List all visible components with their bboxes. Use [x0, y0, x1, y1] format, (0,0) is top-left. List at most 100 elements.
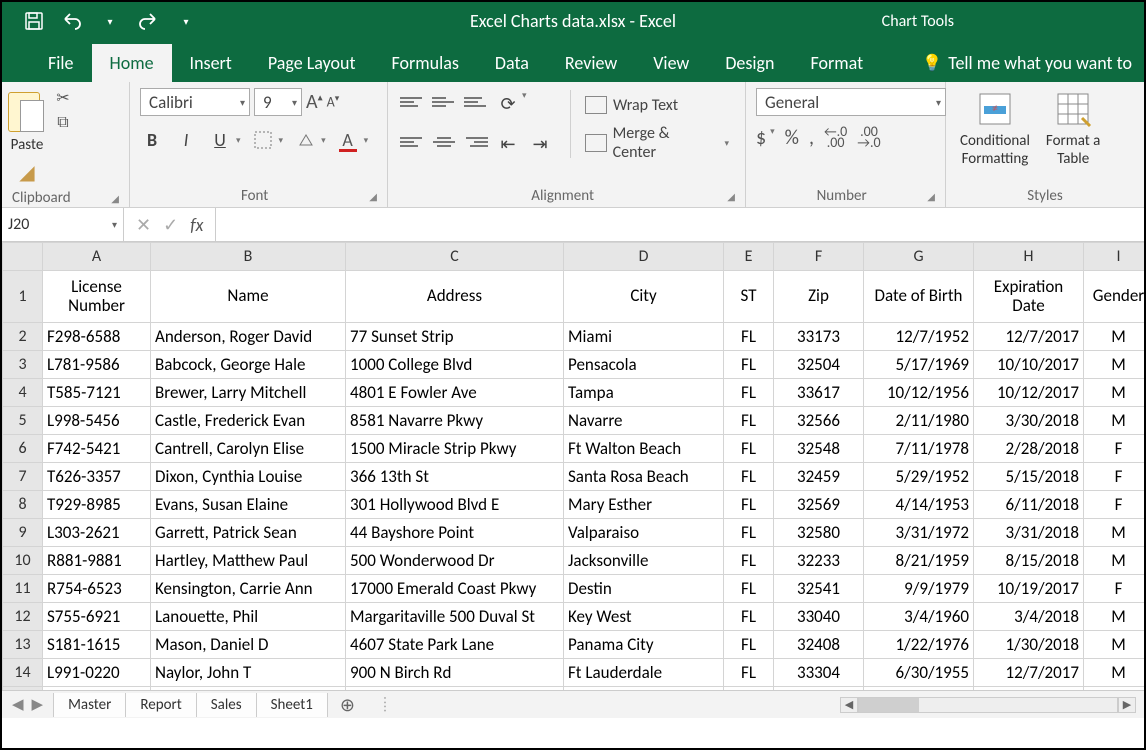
cell[interactable]: M	[1084, 351, 1145, 379]
merge-center-button[interactable]: Merge & Center▾	[581, 128, 733, 158]
cell[interactable]: FL	[724, 519, 774, 547]
tab-data[interactable]: Data	[477, 44, 547, 82]
fontcolor-dropdown-icon[interactable]: ▾	[364, 135, 369, 146]
row-header[interactable]: 6	[3, 435, 43, 463]
cell[interactable]: FL	[724, 435, 774, 463]
align-bottom-icon[interactable]	[464, 90, 488, 114]
comma-format-icon[interactable]: ,	[809, 126, 814, 150]
cell[interactable]: 33040	[774, 603, 864, 631]
column-header[interactable]: D	[564, 243, 724, 271]
cell[interactable]: 12/7/2017	[974, 323, 1084, 351]
cell[interactable]: 10/12/1956	[864, 379, 974, 407]
cell[interactable]: Mason, Daniel D	[151, 631, 346, 659]
font-color-button[interactable]: A	[336, 126, 360, 154]
align-top-icon[interactable]	[400, 90, 424, 114]
row-header[interactable]: 1	[3, 271, 43, 323]
orientation-dropdown-icon[interactable]: ▾	[522, 90, 527, 118]
redo-icon[interactable]	[136, 9, 160, 33]
save-icon[interactable]	[22, 9, 46, 33]
sheet-tab-sales[interactable]: Sales	[197, 693, 257, 717]
cell[interactable]: 2/11/1980	[864, 407, 974, 435]
row-header[interactable]: 14	[3, 659, 43, 687]
row-header[interactable]: 13	[3, 631, 43, 659]
cell[interactable]: M	[1084, 687, 1145, 691]
cell[interactable]: Cantrell, Carolyn Elise	[151, 435, 346, 463]
percent-format-icon[interactable]: %	[785, 126, 799, 150]
dialog-launcher-icon[interactable]: ◢	[727, 190, 735, 203]
row-header[interactable]: 12	[3, 603, 43, 631]
row-header[interactable]: 2	[3, 323, 43, 351]
row-header[interactable]: 15	[3, 687, 43, 691]
format-painter-icon[interactable]: ◢	[19, 160, 34, 185]
tab-page-layout[interactable]: Page Layout	[250, 44, 374, 82]
cell[interactable]: 77 Sunset Strip	[346, 323, 564, 351]
cell[interactable]: Castle, Frederick Evan	[151, 407, 346, 435]
cell[interactable]: Panama City	[564, 631, 724, 659]
cell[interactable]: Navarre	[564, 407, 724, 435]
cell[interactable]: FL	[724, 547, 774, 575]
cell[interactable]: M	[1084, 603, 1145, 631]
row-header[interactable]: 9	[3, 519, 43, 547]
cell[interactable]: Evans, Susan Elaine	[151, 491, 346, 519]
cell[interactable]: Destin	[564, 575, 724, 603]
decrease-decimal-icon[interactable]: .00→.0	[857, 126, 880, 150]
cell[interactable]: 3/31/2018	[974, 519, 1084, 547]
cell[interactable]: F298-6588	[43, 323, 151, 351]
qat-customize-icon[interactable]: ▾	[174, 9, 198, 33]
cell[interactable]: 33173	[774, 323, 864, 351]
horizontal-scrollbar[interactable]: ◀ ▶	[403, 697, 1144, 713]
cell[interactable]: T585-7121	[43, 379, 151, 407]
cell[interactable]: 32548	[774, 435, 864, 463]
cell[interactable]: Jacksonville	[564, 547, 724, 575]
cell[interactable]: Kensington, Carrie Ann	[151, 575, 346, 603]
cell[interactable]: T929-8985	[43, 491, 151, 519]
sheet-tab-sheet1[interactable]: Sheet1	[257, 693, 328, 717]
cell[interactable]: Date of Birth	[864, 271, 974, 323]
tell-me-search[interactable]: 💡Tell me what you want to	[910, 44, 1144, 82]
sheet-nav-prev-icon[interactable]: ◀	[12, 695, 24, 714]
cell[interactable]: FL	[724, 631, 774, 659]
tab-view[interactable]: View	[635, 44, 707, 82]
row-header[interactable]: 8	[3, 491, 43, 519]
cell[interactable]: Zip	[774, 271, 864, 323]
conditional-formatting-button[interactable]: ≠ Conditional Formatting	[954, 88, 1036, 168]
cell[interactable]: Name	[151, 271, 346, 323]
accounting-format-icon[interactable]: $	[756, 126, 766, 150]
cell[interactable]: 1500 Miracle Strip Pkwy	[346, 435, 564, 463]
tab-design[interactable]: Design	[707, 44, 792, 82]
cell[interactable]: S181-1615	[43, 631, 151, 659]
dialog-launcher-icon[interactable]: ◢	[369, 190, 377, 203]
cell[interactable]: M	[1084, 659, 1145, 687]
cell[interactable]: FL	[724, 379, 774, 407]
column-header[interactable]: I	[1084, 243, 1145, 271]
cell[interactable]: L991-0220	[43, 659, 151, 687]
cell[interactable]: R132-1895	[43, 687, 151, 691]
insert-function-icon[interactable]: fx	[190, 214, 203, 236]
cell[interactable]: 33304	[774, 659, 864, 687]
cell[interactable]: Anderson, Roger David	[151, 323, 346, 351]
worksheet-grid[interactable]: ABCDEFGHI1License NumberNameAddressCityS…	[2, 242, 1144, 690]
column-header[interactable]: E	[724, 243, 774, 271]
cell[interactable]: Ft Walton Beach	[564, 435, 724, 463]
cell[interactable]: M	[1084, 379, 1145, 407]
cell[interactable]: L998-5456	[43, 407, 151, 435]
cancel-formula-icon[interactable]: ✕	[136, 214, 151, 236]
cell[interactable]: Pensacola	[564, 351, 724, 379]
sheet-tab-report[interactable]: Report	[126, 693, 196, 717]
cell[interactable]: 6000 Universal Blvd	[346, 687, 564, 691]
bold-button[interactable]: B	[140, 126, 164, 154]
dialog-launcher-icon[interactable]: ◢	[111, 192, 119, 205]
cell[interactable]: 4607 State Park Lane	[346, 631, 564, 659]
cell[interactable]: Santa Rosa Beach	[564, 463, 724, 491]
tab-format[interactable]: Format	[792, 44, 881, 82]
copy-icon[interactable]: ⧉	[52, 112, 74, 132]
tab-review[interactable]: Review	[547, 44, 635, 82]
cell[interactable]: 5/15/2018	[974, 463, 1084, 491]
number-format-combo[interactable]: General▾	[756, 88, 946, 116]
enter-formula-icon[interactable]: ✓	[163, 214, 178, 236]
cell[interactable]: L303-2621	[43, 519, 151, 547]
decrease-indent-icon[interactable]: ⇤	[496, 130, 520, 158]
cell[interactable]: 32233	[774, 547, 864, 575]
cell[interactable]: 10/12/2017	[974, 379, 1084, 407]
cell[interactable]: 1000 College Blvd	[346, 351, 564, 379]
